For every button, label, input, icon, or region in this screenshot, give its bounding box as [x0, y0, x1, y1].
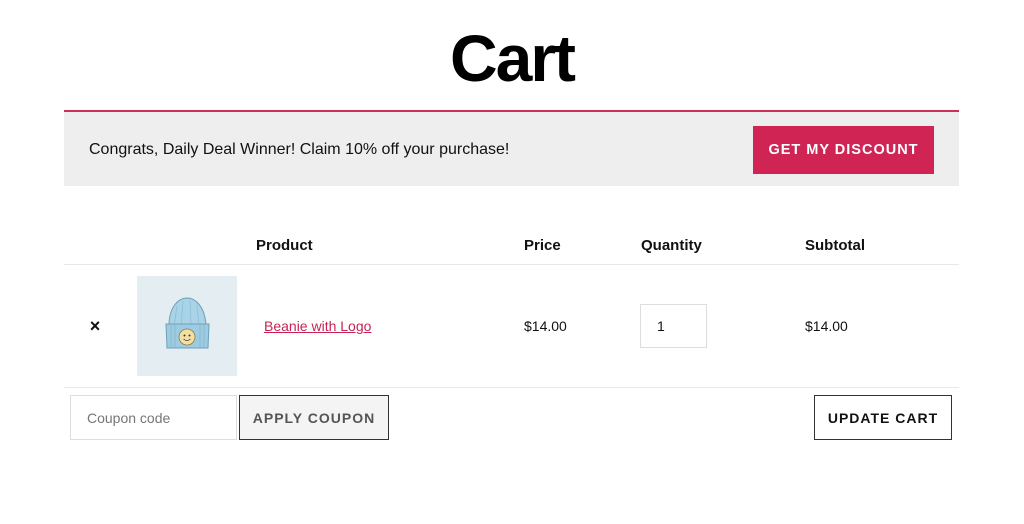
product-subtotal: $14.00 — [805, 318, 848, 334]
header-subtotal: Subtotal — [805, 237, 865, 254]
discount-notice: Congrats, Daily Deal Winner! Claim 10% o… — [64, 110, 959, 186]
apply-coupon-button[interactable]: APPLY COUPON — [239, 395, 389, 440]
get-discount-button[interactable]: GET MY DISCOUNT — [753, 126, 934, 174]
product-name-link[interactable]: Beanie with Logo — [264, 318, 371, 334]
header-product: Product — [256, 237, 313, 254]
product-price: $14.00 — [524, 318, 567, 334]
coupon-code-input[interactable] — [70, 395, 237, 440]
page-title: Cart — [449, 21, 576, 95]
cart-page: Cart Congrats, Daily Deal Winner! Claim … — [0, 0, 1024, 524]
remove-item-button[interactable]: × — [86, 316, 104, 336]
header-quantity: Quantity — [641, 237, 702, 254]
update-cart-button[interactable]: UPDATE CART — [814, 395, 952, 440]
quantity-input[interactable] — [640, 304, 707, 348]
notice-message: Congrats, Daily Deal Winner! Claim 10% o… — [89, 141, 510, 158]
product-thumbnail[interactable] — [137, 276, 237, 376]
row-divider — [64, 387, 959, 388]
header-price: Price — [524, 237, 561, 254]
beanie-icon — [165, 297, 210, 349]
header-divider — [64, 264, 959, 265]
